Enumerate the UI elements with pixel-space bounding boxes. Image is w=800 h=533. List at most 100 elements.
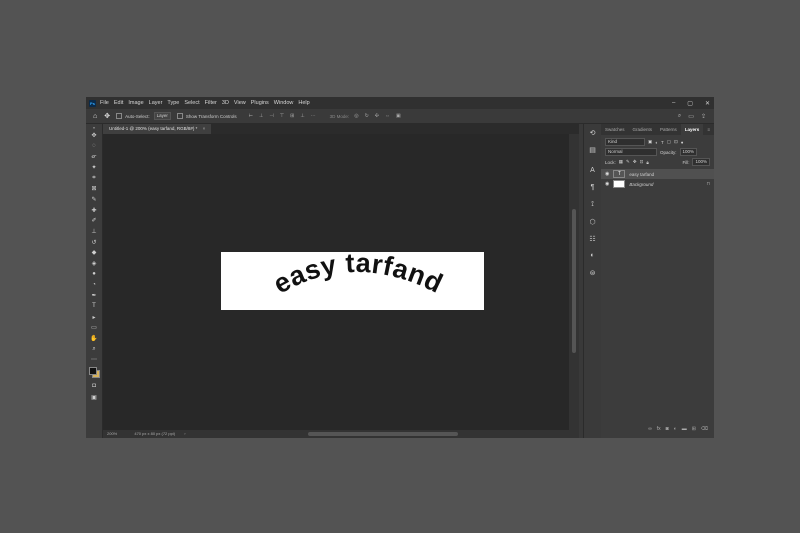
tab-swatches[interactable]: Swatches <box>601 124 629 135</box>
lasso-icon[interactable]: ᓂ <box>86 151 102 162</box>
filter-pixel-icon[interactable]: ▣ <box>648 139 652 145</box>
menu-filter[interactable]: Filter <box>205 100 217 106</box>
history-icon[interactable]: ⟲ <box>584 124 601 141</box>
layer-name[interactable]: Background <box>629 182 653 187</box>
quick-mask-icon[interactable]: ◘ <box>86 381 102 392</box>
menu-select[interactable]: Select <box>184 100 199 106</box>
lock-transparency-icon[interactable]: ▦ <box>619 159 623 165</box>
align-top-icon[interactable]: ⊤ <box>280 113 284 119</box>
history-brush-icon[interactable]: ↺ <box>86 237 102 248</box>
maximize-button[interactable]: ▢ <box>687 100 693 107</box>
workspace-icon[interactable]: ▭ <box>688 113 694 120</box>
move-tool-icon[interactable]: ✥ <box>104 112 110 120</box>
zoom-icon[interactable]: ⌕ <box>86 344 102 355</box>
magic-wand-icon[interactable]: ✦ <box>86 162 102 173</box>
menu-image[interactable]: Image <box>128 100 143 106</box>
adjustment-layer-icon[interactable]: ◐ <box>674 426 677 434</box>
lock-position-icon[interactable]: ✥ <box>633 159 637 165</box>
bucket-icon[interactable]: ◈ <box>86 258 102 269</box>
dodge-icon[interactable]: ◔ <box>86 280 102 291</box>
hand-icon[interactable]: ✋ <box>86 333 102 344</box>
scale-3d-icon[interactable]: ▣ <box>396 113 401 119</box>
type-icon[interactable]: T <box>86 301 102 312</box>
show-transform-checkbox[interactable] <box>176 113 183 119</box>
menu-plugins[interactable]: Plugins <box>251 100 269 106</box>
canvas[interactable]: easy tarfand <box>221 248 484 310</box>
blend-mode-dropdown[interactable]: Normal <box>605 148 657 156</box>
pen-icon[interactable]: ✒ <box>86 290 102 301</box>
new-layer-icon[interactable]: ⊞ <box>692 426 696 434</box>
visibility-eye-icon[interactable]: ◉ <box>605 181 609 187</box>
color-swatches[interactable] <box>86 365 102 381</box>
document-tab[interactable]: Untitled-1 @ 200% (easy tarfand, RGB/8#)… <box>103 124 213 134</box>
share-icon[interactable]: ⇪ <box>701 113 706 120</box>
eyedropper-icon[interactable]: ✎ <box>86 194 102 205</box>
menu-edit[interactable]: Edit <box>114 100 123 106</box>
blur-icon[interactable]: ● <box>86 269 102 280</box>
auto-select-checkbox[interactable] <box>116 113 123 119</box>
orbit-icon[interactable]: ◎ <box>354 113 358 119</box>
menu-window[interactable]: Window <box>274 100 294 106</box>
align-bottom-icon[interactable]: ⊥ <box>300 113 304 119</box>
layer-filter-dropdown[interactable]: Kind <box>605 138 645 146</box>
canvas-area[interactable]: easy tarfand <box>103 134 569 430</box>
align-center-icon[interactable]: ⊥ <box>259 113 263 119</box>
slide-icon[interactable]: ⇔ <box>385 113 390 119</box>
add-mask-icon[interactable]: ◙ <box>666 426 669 434</box>
warped-text-layer[interactable]: easy tarfand <box>221 248 484 310</box>
minimize-button[interactable]: – <box>672 100 675 106</box>
rectangle-icon[interactable]: ▭ <box>86 322 102 333</box>
panel-menu-icon[interactable]: ≡ <box>707 127 710 132</box>
menu-3d[interactable]: 3D <box>222 100 229 106</box>
filter-toggle-icon[interactable]: ● <box>681 140 684 145</box>
filter-type-icon[interactable]: T <box>661 140 664 145</box>
horizontal-scroll-thumb[interactable] <box>308 432 458 436</box>
tab-layers[interactable]: Layers <box>680 124 704 135</box>
opacity-field[interactable]: 100% <box>679 148 698 156</box>
zoom-level[interactable]: 200% <box>107 431 117 436</box>
menu-help[interactable]: Help <box>298 100 309 106</box>
eraser-icon[interactable]: ◆ <box>86 248 102 259</box>
foreground-color-swatch[interactable] <box>89 367 97 376</box>
align-right-icon[interactable]: ⊣ <box>269 113 273 119</box>
tab-gradients[interactable]: Gradients <box>629 124 657 135</box>
layer-row-background[interactable]: ◉ Background ⊓ <box>601 179 714 189</box>
new-group-icon[interactable]: ▬ <box>682 426 687 434</box>
lock-pixels-icon[interactable]: ✎ <box>626 159 630 165</box>
layer-row-text[interactable]: ◉ T easy tarfand <box>601 169 714 179</box>
paragraph-icon[interactable]: ¶ <box>584 179 601 196</box>
menu-file[interactable]: File <box>100 100 109 106</box>
filter-adjust-icon[interactable]: ◐ <box>655 140 658 145</box>
libraries-icon[interactable]: ▤ <box>584 141 601 158</box>
home-icon[interactable]: ⌂ <box>93 113 97 120</box>
menu-layer[interactable]: Layer <box>149 100 163 106</box>
tab-patterns[interactable]: Patterns <box>656 124 681 135</box>
more-tools-icon[interactable]: ⋯ <box>86 354 102 365</box>
lock-all-icon[interactable]: 🔒︎ <box>646 160 648 165</box>
delete-layer-icon[interactable]: ⌫ <box>701 426 708 434</box>
healing-icon[interactable]: ✚ <box>86 205 102 216</box>
path-select-icon[interactable]: ▸ <box>86 312 102 323</box>
menu-view[interactable]: View <box>234 100 246 106</box>
vertical-scrollbar[interactable] <box>569 134 579 430</box>
vertical-scroll-thumb[interactable] <box>572 209 576 353</box>
link-layers-icon[interactable]: ∞ <box>648 426 652 434</box>
filter-smart-icon[interactable]: ⊡ <box>674 139 678 145</box>
move-icon[interactable]: ✥ <box>86 130 102 141</box>
align-left-icon[interactable]: ⊢ <box>249 113 253 119</box>
frame-icon[interactable]: ⊠ <box>86 183 102 194</box>
screen-mode-icon[interactable]: ▣ <box>86 392 102 403</box>
roll-icon[interactable]: ↻ <box>365 113 369 119</box>
search-icon[interactable]: ⌕ <box>678 113 681 120</box>
pan-icon[interactable]: ✣ <box>375 113 379 119</box>
crop-icon[interactable]: ⌗ <box>86 173 102 184</box>
distribute-icon[interactable]: ⋯ <box>311 113 316 119</box>
menu-type[interactable]: Type <box>167 100 179 106</box>
close-tab-icon[interactable]: × <box>203 126 206 131</box>
layer-name[interactable]: easy tarfand <box>629 172 654 177</box>
color-icon[interactable]: ◐ <box>584 247 601 264</box>
layer-style-icon[interactable]: fx <box>657 426 661 434</box>
3d-icon[interactable]: ⬡ <box>584 213 601 230</box>
brushes-icon[interactable]: ⟟ <box>584 196 601 213</box>
fill-field[interactable]: 100% <box>692 158 710 166</box>
